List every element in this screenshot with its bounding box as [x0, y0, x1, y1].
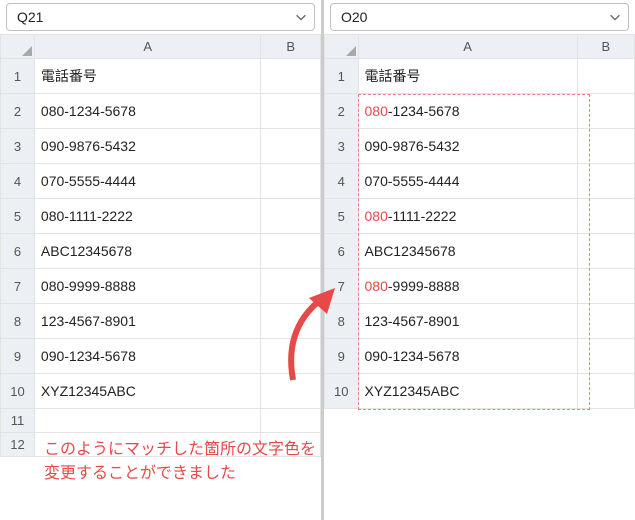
- cell[interactable]: 080-1234-5678: [358, 94, 577, 129]
- cell[interactable]: [577, 164, 634, 199]
- cell[interactable]: 電話番号: [358, 59, 577, 94]
- spreadsheet-after: O20 A B 1 電話番号 2080-1234-5678 3090-9876-…: [324, 0, 635, 409]
- cell[interactable]: XYZ12345ABC: [34, 374, 261, 409]
- chevron-down-icon: [294, 10, 308, 24]
- col-header-A[interactable]: A: [358, 35, 577, 59]
- cell[interactable]: 080-9999-8888: [358, 269, 577, 304]
- cell[interactable]: [261, 234, 321, 269]
- row-header[interactable]: 4: [1, 164, 35, 199]
- cell[interactable]: 080-1111-2222: [34, 199, 261, 234]
- row-header[interactable]: 9: [325, 339, 359, 374]
- row-header[interactable]: 1: [1, 59, 35, 94]
- cell[interactable]: 080-1234-5678: [34, 94, 261, 129]
- cell[interactable]: 090-1234-5678: [34, 339, 261, 374]
- name-box-value: Q21: [17, 9, 294, 25]
- cell[interactable]: 070-5555-4444: [358, 164, 577, 199]
- cell[interactable]: 123-4567-8901: [34, 304, 261, 339]
- row-header[interactable]: 2: [325, 94, 359, 129]
- cell[interactable]: [261, 269, 321, 304]
- cell[interactable]: ABC12345678: [34, 234, 261, 269]
- cell[interactable]: [577, 374, 634, 409]
- row-header[interactable]: 1: [325, 59, 359, 94]
- cell[interactable]: 123-4567-8901: [358, 304, 577, 339]
- row-header[interactable]: 6: [1, 234, 35, 269]
- cell-text: 090-1234-5678: [365, 348, 460, 364]
- chevron-down-icon: [608, 10, 622, 24]
- cell-text: -9999-8888: [388, 278, 460, 294]
- select-all-corner[interactable]: [1, 35, 35, 59]
- cell[interactable]: 090-9876-5432: [34, 129, 261, 164]
- row-header[interactable]: 6: [325, 234, 359, 269]
- highlight-span: 080: [365, 208, 388, 224]
- row-header[interactable]: 5: [1, 199, 35, 234]
- row-header[interactable]: 3: [325, 129, 359, 164]
- cell-text: 070-5555-4444: [365, 173, 460, 189]
- cell[interactable]: 080-1111-2222: [358, 199, 577, 234]
- caption-line: 変更することができました: [44, 465, 236, 482]
- row-header[interactable]: 2: [1, 94, 35, 129]
- highlight-span: 080: [365, 103, 388, 119]
- cell[interactable]: [261, 374, 321, 409]
- row-header[interactable]: 4: [325, 164, 359, 199]
- row-header[interactable]: 3: [1, 129, 35, 164]
- cell-text: 123-4567-8901: [365, 313, 460, 329]
- cell[interactable]: ABC12345678: [358, 234, 577, 269]
- row-header[interactable]: 5: [325, 199, 359, 234]
- row-header[interactable]: 7: [1, 269, 35, 304]
- row-header[interactable]: 12: [1, 433, 35, 457]
- grid-after[interactable]: A B 1 電話番号 2080-1234-5678 3090-9876-5432…: [324, 34, 635, 409]
- cell[interactable]: [577, 269, 634, 304]
- cell[interactable]: [261, 94, 321, 129]
- spreadsheet-before: Q21 A B 1 電話番号 2080-1234-5678 3090-9876-…: [0, 0, 321, 457]
- row-header[interactable]: 9: [1, 339, 35, 374]
- cell[interactable]: [261, 199, 321, 234]
- col-header-B[interactable]: B: [261, 35, 321, 59]
- cell[interactable]: XYZ12345ABC: [358, 374, 577, 409]
- cell[interactable]: [261, 129, 321, 164]
- annotation-caption: このようにマッチした箇所の文字色を 変更することができました: [44, 438, 316, 486]
- name-box[interactable]: O20: [330, 3, 629, 31]
- cell[interactable]: [577, 199, 634, 234]
- col-header-B[interactable]: B: [577, 35, 634, 59]
- select-all-corner[interactable]: [325, 35, 359, 59]
- cell[interactable]: [577, 94, 634, 129]
- highlight-span: 080: [365, 278, 388, 294]
- name-box-value: O20: [341, 9, 608, 25]
- cell-text: 090-9876-5432: [365, 138, 460, 154]
- row-header[interactable]: 8: [1, 304, 35, 339]
- cell-text: -1234-5678: [388, 103, 460, 119]
- grid-before[interactable]: A B 1 電話番号 2080-1234-5678 3090-9876-5432…: [0, 34, 321, 457]
- cell[interactable]: [577, 129, 634, 164]
- row-header[interactable]: 10: [1, 374, 35, 409]
- row-header[interactable]: 10: [325, 374, 359, 409]
- cell[interactable]: 090-9876-5432: [358, 129, 577, 164]
- col-header-A[interactable]: A: [34, 35, 261, 59]
- row-header[interactable]: 11: [1, 409, 35, 433]
- cell[interactable]: 080-9999-8888: [34, 269, 261, 304]
- caption-line: このようにマッチした箇所の文字色を: [44, 441, 316, 458]
- cell[interactable]: [261, 59, 321, 94]
- cell[interactable]: 070-5555-4444: [34, 164, 261, 199]
- cell[interactable]: [34, 409, 261, 433]
- cell[interactable]: 電話番号: [34, 59, 261, 94]
- row-header[interactable]: 7: [325, 269, 359, 304]
- row-header[interactable]: 8: [325, 304, 359, 339]
- cell[interactable]: [577, 339, 634, 374]
- name-box[interactable]: Q21: [6, 3, 315, 31]
- cell[interactable]: [577, 234, 634, 269]
- cell[interactable]: [577, 59, 634, 94]
- cell-text: -1111-2222: [388, 208, 457, 224]
- cell[interactable]: [261, 304, 321, 339]
- cell[interactable]: [577, 304, 634, 339]
- cell-text: XYZ12345ABC: [365, 383, 460, 399]
- name-box-bar: O20: [324, 0, 635, 34]
- cell[interactable]: 090-1234-5678: [358, 339, 577, 374]
- cell-text: ABC12345678: [365, 243, 456, 259]
- cell[interactable]: [261, 339, 321, 374]
- cell[interactable]: [261, 164, 321, 199]
- name-box-bar: Q21: [0, 0, 321, 34]
- cell[interactable]: [261, 409, 321, 433]
